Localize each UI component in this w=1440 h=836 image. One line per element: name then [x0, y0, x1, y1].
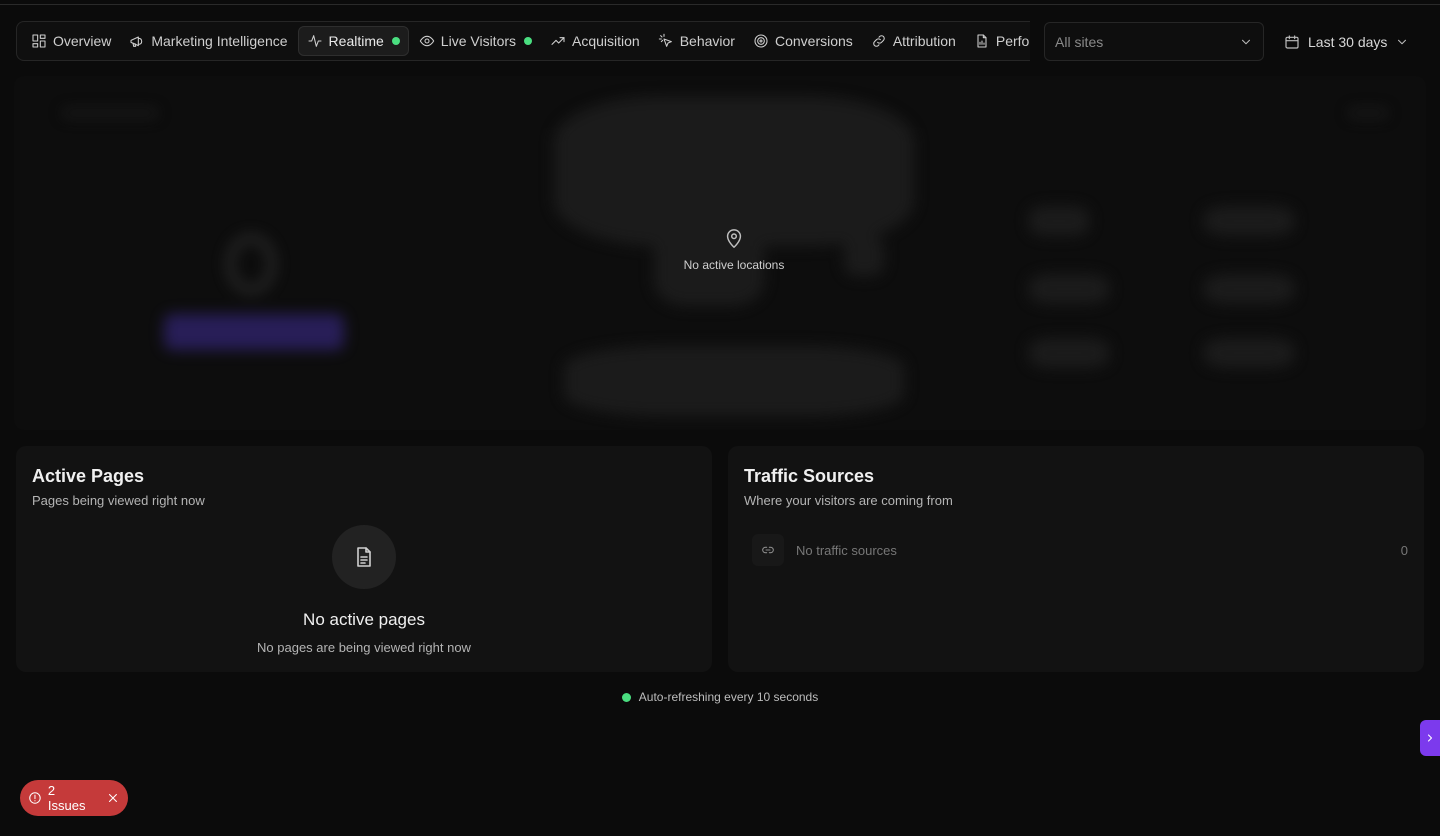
close-icon[interactable] [106, 791, 120, 805]
live-indicator [391, 37, 400, 45]
tab-label: Acquisition [572, 33, 640, 49]
date-range-label: Last 30 days [1308, 33, 1388, 50]
tab-label: Live Visitors [440, 33, 517, 49]
card-subtitle: Where your visitors are coming from [744, 493, 953, 508]
tab-label: Conversions [774, 33, 853, 49]
traffic-source-row: No traffic sources 0 [752, 534, 1408, 566]
tab-acquisition[interactable]: Acquisition [542, 26, 648, 56]
map-empty-label: No active locations [683, 258, 785, 272]
card-subtitle: Pages being viewed right now [32, 493, 205, 508]
date-range-button[interactable]: Last 30 days [1276, 22, 1426, 61]
tab-label: Attribution [892, 33, 956, 49]
chevron-right-icon [1427, 734, 1433, 742]
source-icon-wrap [752, 534, 784, 566]
map-empty-state: No active locations [634, 228, 834, 272]
traffic-sources-card: Traffic Sources Where your visitors are … [728, 446, 1424, 672]
chevron-down-icon [1241, 39, 1251, 44]
card-title: Traffic Sources [744, 466, 875, 486]
chevron-down-icon [1398, 39, 1407, 44]
file-chart-icon [977, 34, 987, 48]
issues-label: 2 Issues [47, 783, 86, 813]
document-icon [357, 547, 371, 567]
tab-label: Marketing Intelligence [151, 33, 288, 49]
link-icon [762, 546, 774, 554]
source-empty-label: No traffic sources [796, 542, 897, 558]
dashboard-icon [32, 34, 46, 48]
live-indicator [524, 37, 533, 45]
alert-circle-icon [29, 792, 41, 804]
trending-up-icon [551, 37, 565, 45]
source-count: 0 [1400, 542, 1408, 558]
issues-badge[interactable]: 2 Issues [20, 780, 128, 816]
activity-icon [308, 35, 322, 47]
tab-label: Realtime [328, 33, 384, 49]
top-divider [0, 4, 1440, 5]
active-pages-card: Active Pages Pages being viewed right no… [16, 446, 712, 672]
tab-label: Perform [995, 33, 1030, 49]
realtime-map-panel: No active locations [14, 76, 1426, 430]
megaphone-icon [130, 36, 143, 47]
empty-state-subtitle: No pages are being viewed right now [257, 640, 471, 655]
tab-attribution[interactable]: Attribution [863, 26, 964, 56]
calendar-icon [1285, 34, 1299, 49]
empty-state-title: No active pages [303, 610, 425, 629]
pointer-click-icon [658, 33, 672, 47]
analytics-tabbar: Overview Marketing Intelligence Realtime… [16, 21, 1030, 61]
eye-icon [419, 35, 434, 47]
auto-refresh-status: Auto-refreshing every 10 seconds [0, 690, 1440, 704]
site-select-value: All sites [1055, 33, 1104, 50]
site-select[interactable]: All sites [1044, 22, 1264, 61]
tab-label: Behavior [679, 33, 735, 49]
map-pin-icon [726, 229, 742, 248]
target-icon [754, 34, 768, 48]
tab-overview[interactable]: Overview [23, 26, 119, 56]
tab-live-visitors[interactable]: Live Visitors [411, 26, 540, 56]
card-title: Active Pages [32, 466, 145, 486]
side-panel-toggle[interactable] [1420, 720, 1440, 756]
tab-conversions[interactable]: Conversions [745, 26, 861, 56]
empty-state-icon [332, 525, 396, 589]
tab-label: Overview [53, 33, 112, 49]
tab-performance[interactable]: Perform [966, 26, 1030, 56]
link-icon [873, 35, 885, 47]
tab-realtime[interactable]: Realtime [297, 26, 409, 56]
tab-marketing-intelligence[interactable]: Marketing Intelligence [121, 26, 295, 56]
refresh-text: Auto-refreshing every 10 seconds [638, 690, 819, 704]
tab-behavior[interactable]: Behavior [650, 26, 743, 56]
refresh-indicator [621, 692, 631, 702]
